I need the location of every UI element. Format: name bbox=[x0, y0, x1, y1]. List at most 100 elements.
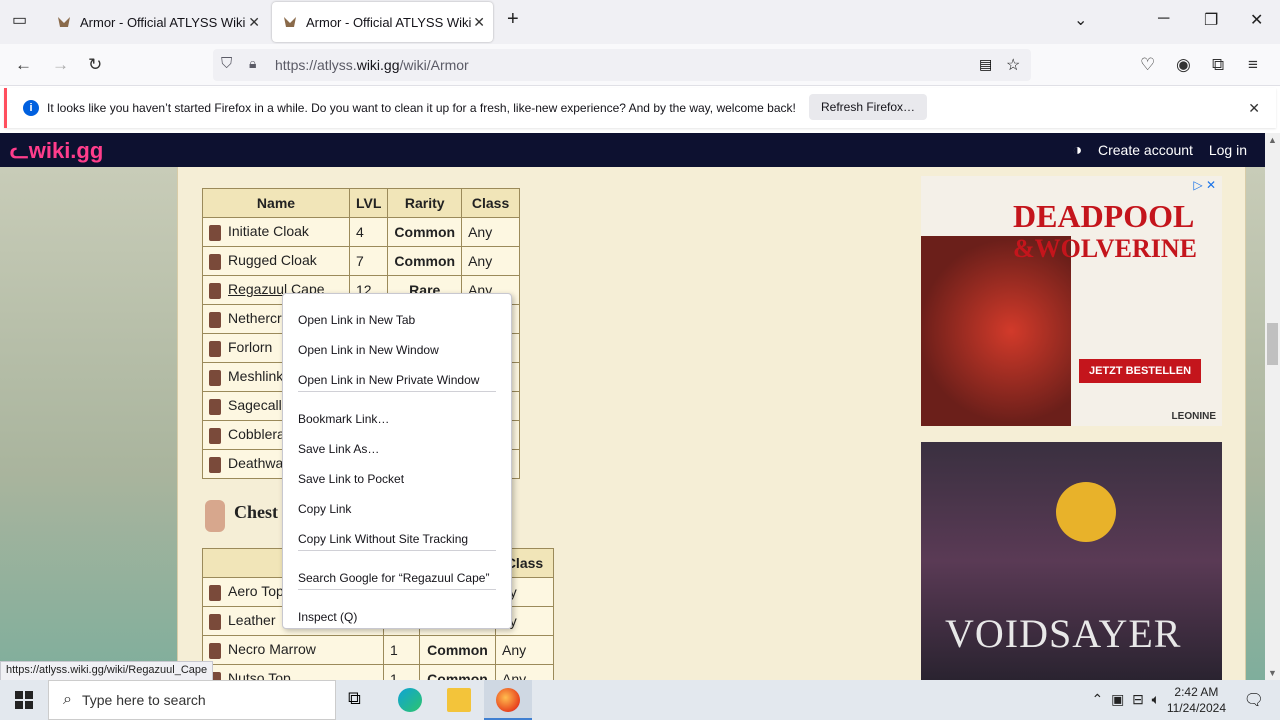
item-icon bbox=[209, 340, 221, 357]
tab-2-active[interactable]: Armor - Official ATLYSS Wiki ✕ bbox=[272, 2, 493, 42]
item-name[interactable]: Deathwa bbox=[228, 455, 283, 471]
taskbar-search-box[interactable]: ⌕ Type here to search bbox=[48, 680, 336, 720]
item-name[interactable]: Leather bbox=[228, 612, 275, 628]
item-name[interactable]: Initiate Cloak bbox=[228, 223, 309, 239]
item-name[interactable]: Necro Marrow bbox=[228, 641, 316, 657]
pocket-icon[interactable]: ♡ bbox=[1140, 55, 1155, 75]
windows-start-button[interactable] bbox=[0, 680, 48, 720]
context-menu: Open Link in New Tab Open Link in New Win… bbox=[282, 293, 512, 629]
ad-cta-button[interactable]: JETZT BESTELLEN bbox=[1079, 359, 1202, 383]
context-menu-item[interactable]: Open Link in New Private Window bbox=[298, 373, 479, 387]
context-menu-item[interactable]: Copy Link bbox=[298, 502, 351, 516]
account-icon[interactable]: ◉ bbox=[1176, 55, 1191, 75]
item-name[interactable]: Forlorn bbox=[228, 339, 272, 355]
tab-strip: ▭ Armor - Official ATLYSS Wiki ✕ Armor -… bbox=[0, 0, 1280, 44]
ad-close-icon[interactable]: ▷ ✕ bbox=[1193, 178, 1216, 192]
close-window-icon[interactable]: ✕ bbox=[1250, 10, 1263, 30]
firefox-taskbar-button[interactable] bbox=[484, 680, 532, 720]
context-menu-item[interactable]: Save Link to Pocket bbox=[298, 472, 404, 486]
page-scrollbar[interactable]: ▲ ▼ bbox=[1265, 133, 1280, 680]
column-header: Class bbox=[461, 188, 521, 218]
extensions-icon[interactable]: ⧉ bbox=[1212, 55, 1224, 75]
clock[interactable]: 2:42 AM 11/24/2024 bbox=[1167, 684, 1226, 716]
item-class: Any bbox=[495, 664, 554, 680]
close-tab-icon[interactable]: ✕ bbox=[248, 14, 260, 31]
windows-taskbar: ⌕ Type here to search ⧉ ⌃ ▣ ⊟ 🔈︎ 2:42 AM… bbox=[0, 680, 1280, 720]
item-icon bbox=[209, 282, 221, 299]
chest-section-heading: Chest bbox=[234, 502, 278, 522]
back-icon[interactable]: ← bbox=[15, 55, 32, 75]
network-icon: ⊟ bbox=[1132, 691, 1144, 707]
item-name[interactable]: Aero Top bbox=[228, 583, 284, 599]
theme-toggle-icon[interactable]: ◑ bbox=[1072, 142, 1082, 159]
context-menu-item[interactable]: Bookmark Link… bbox=[298, 412, 389, 426]
menu-separator bbox=[298, 550, 496, 551]
new-tab-icon[interactable]: + bbox=[507, 8, 519, 31]
item-name[interactable]: Nethercr bbox=[228, 310, 282, 326]
notification-message: It looks like you haven’t started Firefo… bbox=[47, 101, 796, 115]
ad-artwork bbox=[921, 236, 1071, 426]
chest-armor-icon bbox=[205, 500, 225, 532]
deadpool-ad[interactable]: DEADPOOL &WOLVERINE JETZT BESTELLEN LEON… bbox=[921, 176, 1222, 426]
scroll-down-icon[interactable]: ▼ bbox=[1268, 668, 1277, 678]
meet-now-icon: ▣ bbox=[1111, 691, 1125, 707]
menu-icon[interactable]: ≡ bbox=[1248, 55, 1258, 75]
scrollbar-thumb[interactable] bbox=[1267, 323, 1278, 365]
bookmark-star-icon[interactable]: ☆ bbox=[1006, 55, 1020, 75]
wiki-logo[interactable]: ᓚwiki.gg bbox=[10, 138, 103, 164]
menu-separator bbox=[298, 589, 496, 590]
refresh-firefox-button[interactable]: Refresh Firefox… bbox=[809, 94, 928, 120]
reader-view-icon[interactable]: ▤ bbox=[979, 56, 992, 73]
file-explorer-icon[interactable] bbox=[447, 688, 471, 712]
tracking-protection-shield-icon[interactable]: ⛉ bbox=[221, 55, 232, 72]
wiki-header: ᓚwiki.gg ◑ Create account Log in bbox=[0, 133, 1265, 167]
item-level: 4 bbox=[348, 217, 389, 247]
minimize-icon[interactable]: ─ bbox=[1158, 10, 1169, 28]
item-name[interactable]: Meshlink bbox=[228, 368, 283, 384]
scroll-up-icon[interactable]: ▲ bbox=[1268, 135, 1277, 145]
context-menu-item[interactable]: Inspect (Q) bbox=[298, 610, 357, 624]
item-name[interactable]: Cobblera bbox=[228, 426, 285, 442]
table-row: Necro Marrow 1 Common Any bbox=[202, 635, 554, 665]
item-class: Any bbox=[461, 246, 521, 276]
item-name[interactable]: Nutso Top bbox=[228, 670, 291, 680]
context-menu-item[interactable]: Open Link in New Window bbox=[298, 343, 439, 357]
url-text[interactable]: https://atlyss.wiki.gg/wiki/Armor bbox=[275, 57, 469, 73]
context-menu-item[interactable]: Copy Link Without Site Tracking bbox=[298, 532, 468, 546]
voidsayer-ad[interactable]: VOIDSAYER bbox=[921, 442, 1222, 680]
url-bar[interactable]: ⛉ 🔒︎ https://atlyss.wiki.gg/wiki/Armor ▤… bbox=[213, 49, 1031, 81]
list-all-tabs-icon[interactable]: ⌄ bbox=[1074, 10, 1087, 30]
context-menu-item[interactable]: Open Link in New Tab bbox=[298, 313, 415, 327]
item-icon bbox=[209, 642, 221, 659]
tab-list-icon[interactable]: ▭ bbox=[12, 10, 27, 30]
table-row: Nutso Top 1 Common Any bbox=[202, 664, 554, 680]
item-class: Any bbox=[461, 217, 521, 247]
forward-icon[interactable]: → bbox=[52, 55, 69, 75]
close-tab-icon[interactable]: ✕ bbox=[473, 14, 485, 31]
context-menu-item[interactable]: Save Link As… bbox=[298, 442, 379, 456]
item-name-link[interactable]: Necro Marrow bbox=[202, 635, 384, 665]
close-notification-icon[interactable]: ✕ bbox=[1248, 100, 1260, 117]
task-view-icon[interactable]: ⧉ bbox=[348, 688, 372, 712]
link-status-bar: https://atlyss.wiki.gg/wiki/Regazuul_Cap… bbox=[0, 661, 214, 681]
reload-icon[interactable]: ↻ bbox=[88, 55, 102, 75]
log-in-link[interactable]: Log in bbox=[1209, 142, 1247, 158]
create-account-link[interactable]: Create account bbox=[1098, 142, 1193, 158]
item-name-link[interactable]: Nutso Top bbox=[202, 664, 384, 680]
volume-icon: 🔈︎ bbox=[1151, 691, 1160, 707]
notification-bar: i It looks like you haven’t started Fire… bbox=[4, 88, 1276, 128]
item-name[interactable]: Sagecall bbox=[228, 397, 282, 413]
notifications-icon[interactable]: 🗨︎ bbox=[1244, 690, 1264, 710]
lock-icon[interactable]: 🔒︎ bbox=[249, 55, 256, 72]
item-name[interactable]: Rugged Cloak bbox=[228, 252, 317, 268]
table-row: Rugged Cloak 7 Common Any bbox=[202, 246, 521, 276]
edge-icon[interactable] bbox=[398, 688, 422, 712]
item-rarity: Common bbox=[419, 635, 496, 665]
restore-icon[interactable]: ❐ bbox=[1204, 10, 1218, 30]
ad-brand: LEONINE bbox=[1171, 411, 1216, 422]
item-name-link[interactable]: Initiate Cloak bbox=[202, 217, 350, 247]
system-tray-icons[interactable]: ⌃ ▣ ⊟ 🔈︎ bbox=[1092, 691, 1160, 708]
item-name-link[interactable]: Rugged Cloak bbox=[202, 246, 350, 276]
context-menu-item[interactable]: Search Google for “Regazuul Cape” bbox=[298, 571, 489, 585]
tab-1[interactable]: Armor - Official ATLYSS Wiki ✕ bbox=[46, 2, 268, 42]
